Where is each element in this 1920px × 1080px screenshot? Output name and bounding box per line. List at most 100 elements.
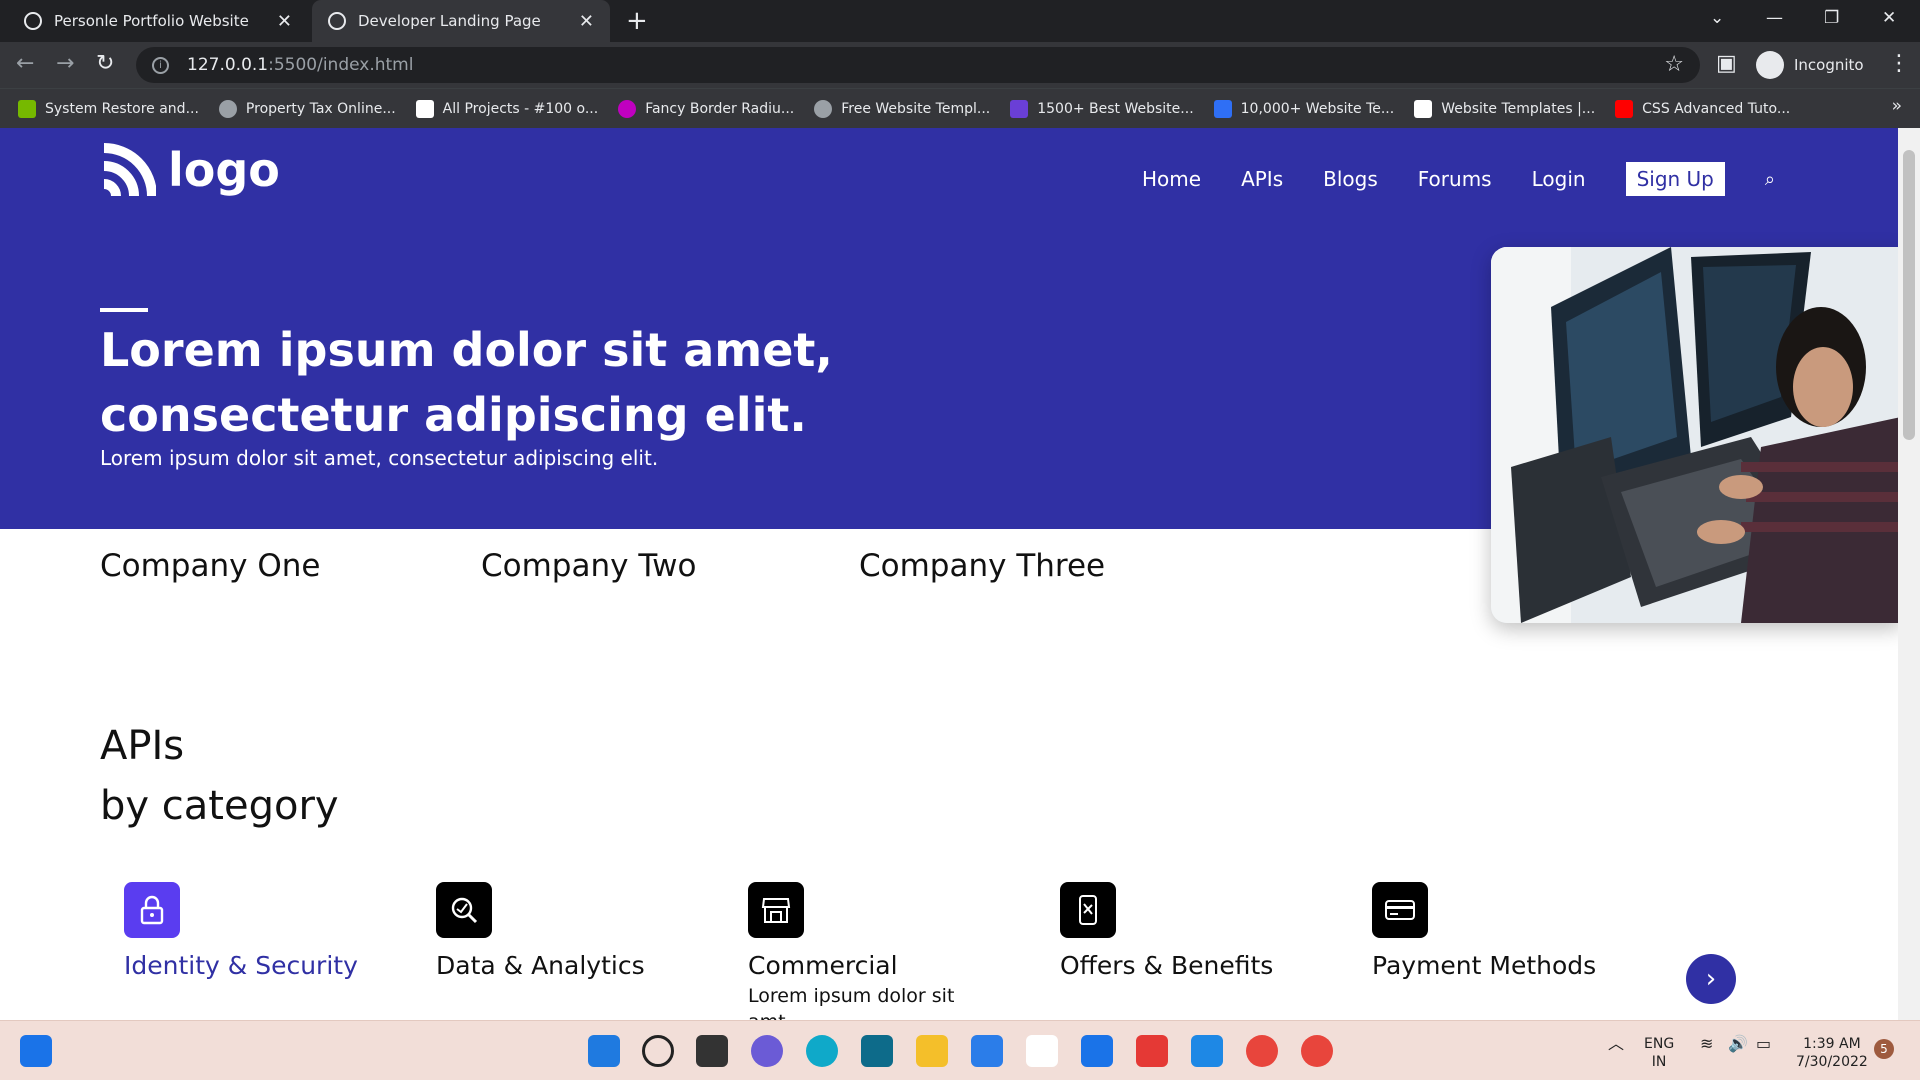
bookmark-item[interactable]: Free Website Templ...: [814, 99, 990, 118]
chevron-right-icon: ›: [1705, 964, 1717, 994]
back-icon[interactable]: ←: [16, 51, 34, 76]
more-bookmarks-icon[interactable]: »: [1892, 96, 1902, 116]
category-payment-methods[interactable]: Payment Methods: [1372, 882, 1622, 983]
battery-icon[interactable]: ▭: [1756, 1035, 1771, 1053]
next-arrow-button[interactable]: ›: [1686, 954, 1736, 1004]
edge-icon[interactable]: [806, 1035, 838, 1067]
app-s-icon[interactable]: [861, 1035, 893, 1067]
bookmark-icon: [1615, 99, 1634, 118]
widgets-icon[interactable]: [20, 1035, 52, 1067]
tab-search-icon[interactable]: ⌄: [1710, 8, 1724, 28]
bookmark-item[interactable]: Fancy Border Radiu...: [618, 99, 794, 118]
tab-developer-landing[interactable]: Developer Landing Page ✕: [312, 0, 610, 42]
file-explorer-icon[interactable]: [916, 1035, 948, 1067]
chrome-incognito-icon[interactable]: [1301, 1035, 1333, 1067]
store-taskbar-icon[interactable]: [971, 1035, 1003, 1067]
bookmark-item[interactable]: 10,000+ Website Te...: [1213, 99, 1394, 118]
git-icon[interactable]: [1136, 1035, 1168, 1067]
close-icon[interactable]: ✕: [579, 11, 594, 32]
url-host: 127.0.0.1: [187, 55, 269, 75]
hero-title: Lorem ipsum dolor sit amet, consectetur …: [100, 323, 833, 442]
incognito-icon: [1756, 51, 1784, 79]
bookmarks-bar: System Restore and... Property Tax Onlin…: [0, 88, 1920, 128]
minimize-button[interactable]: —: [1766, 8, 1783, 28]
bookmark-icon: [618, 99, 637, 118]
nav-apis[interactable]: APIs: [1241, 167, 1283, 191]
apis-title-line1: APIs: [100, 723, 185, 769]
language-indicator[interactable]: ENG IN: [1644, 1035, 1674, 1071]
restore-button[interactable]: ❐: [1824, 8, 1839, 28]
incognito-label: Incognito: [1794, 56, 1864, 74]
category-label: Payment Methods: [1372, 951, 1597, 980]
analytics-icon: [436, 882, 492, 938]
nav-home[interactable]: Home: [1142, 167, 1201, 191]
globe-icon: [24, 12, 42, 30]
notification-badge[interactable]: 5: [1874, 1039, 1894, 1059]
company-logo-2: Company Two: [481, 548, 697, 584]
signup-button[interactable]: Sign Up: [1625, 162, 1725, 196]
offer-icon: [1060, 882, 1116, 938]
nav-blogs[interactable]: Blogs: [1323, 167, 1378, 191]
incognito-indicator[interactable]: Incognito: [1756, 47, 1864, 83]
logo-mark-icon: [100, 140, 156, 200]
hero-accent-rule: [100, 308, 148, 312]
address-bar[interactable]: i 127.0.0.1 :5500/index.html ☆: [136, 47, 1700, 83]
hero-subtitle: Lorem ipsum dolor sit amet, consectetur …: [100, 446, 659, 470]
chrome-icon[interactable]: [1246, 1035, 1278, 1067]
nav-login[interactable]: Login: [1532, 167, 1586, 191]
category-offers-benefits[interactable]: Offers & Benefits: [1060, 882, 1310, 983]
search-taskbar-icon[interactable]: [642, 1035, 674, 1067]
vscode-icon[interactable]: [1191, 1035, 1223, 1067]
network-icon[interactable]: ≋: [1700, 1035, 1713, 1053]
bookmark-star-icon[interactable]: ☆: [1664, 52, 1684, 77]
mail-icon[interactable]: [1081, 1035, 1113, 1067]
gift-icon[interactable]: [1026, 1035, 1058, 1067]
category-label: Identity & Security: [124, 951, 358, 980]
apis-section-title: APIs by category: [100, 716, 339, 836]
forward-icon[interactable]: →: [56, 51, 74, 76]
windows-taskbar: ︿ ENG IN ≋ 🔊 ▭ 1:39 AM 7/30/2022 5: [0, 1020, 1920, 1080]
show-hidden-icons[interactable]: ︿: [1608, 1035, 1624, 1053]
scrollbar-thumb[interactable]: [1903, 150, 1915, 440]
logo-text: logo: [168, 143, 280, 197]
category-label: Offers & Benefits: [1060, 951, 1274, 980]
close-icon[interactable]: ✕: [277, 11, 292, 32]
category-description: Lorem ipsum dolor sit amt,: [748, 985, 955, 1020]
close-window-button[interactable]: ✕: [1882, 8, 1896, 28]
reload-icon[interactable]: ↻: [96, 51, 114, 76]
bookmark-item[interactable]: 1500+ Best Website...: [1010, 99, 1194, 118]
teams-icon[interactable]: [751, 1035, 783, 1067]
start-icon[interactable]: [588, 1035, 620, 1067]
bookmark-item[interactable]: CSS Advanced Tuto...: [1615, 99, 1790, 118]
tab-title: Developer Landing Page: [358, 12, 541, 30]
bookmark-icon: [814, 99, 833, 118]
bookmark-icon: [415, 99, 434, 118]
bookmark-item[interactable]: All Projects - #100 o...: [415, 99, 598, 118]
bookmark-item[interactable]: System Restore and...: [18, 99, 199, 118]
category-identity-security[interactable]: Identity & Security: [124, 882, 374, 983]
menu-icon[interactable]: ⋮: [1888, 51, 1910, 76]
hero-image: [1491, 247, 1898, 623]
tab-title: Personle Portfolio Website: [54, 12, 249, 30]
page-scrollbar[interactable]: [1898, 128, 1920, 1020]
nav-forums[interactable]: Forums: [1418, 167, 1492, 191]
company-logo-1: Company One: [100, 548, 321, 584]
search-icon[interactable]: ⌕: [1765, 169, 1775, 190]
bookmark-icon: [1213, 99, 1232, 118]
site-logo[interactable]: logo: [100, 140, 280, 200]
bookmark-item[interactable]: Website Templates |...: [1414, 99, 1595, 118]
bookmark-icon: [1010, 99, 1029, 118]
category-commercial[interactable]: Commercial Lorem ipsum dolor sit amt,: [748, 882, 998, 1020]
bookmark-item[interactable]: Property Tax Online...: [218, 99, 396, 118]
tab-portfolio[interactable]: Personle Portfolio Website ✕: [8, 0, 308, 42]
globe-icon: [328, 12, 346, 30]
new-tab-button[interactable]: +: [626, 6, 648, 36]
toolbar: ← → ↻ i 127.0.0.1 :5500/index.html ☆ ▣ I…: [0, 42, 1920, 88]
category-label: Commercial: [748, 951, 898, 980]
info-icon[interactable]: i: [152, 56, 169, 74]
category-data-analytics[interactable]: Data & Analytics: [436, 882, 686, 983]
volume-icon[interactable]: 🔊: [1728, 1035, 1748, 1053]
task-view-icon[interactable]: [696, 1035, 728, 1067]
clock[interactable]: 1:39 AM 7/30/2022: [1796, 1035, 1868, 1071]
side-panel-icon[interactable]: ▣: [1716, 51, 1737, 76]
